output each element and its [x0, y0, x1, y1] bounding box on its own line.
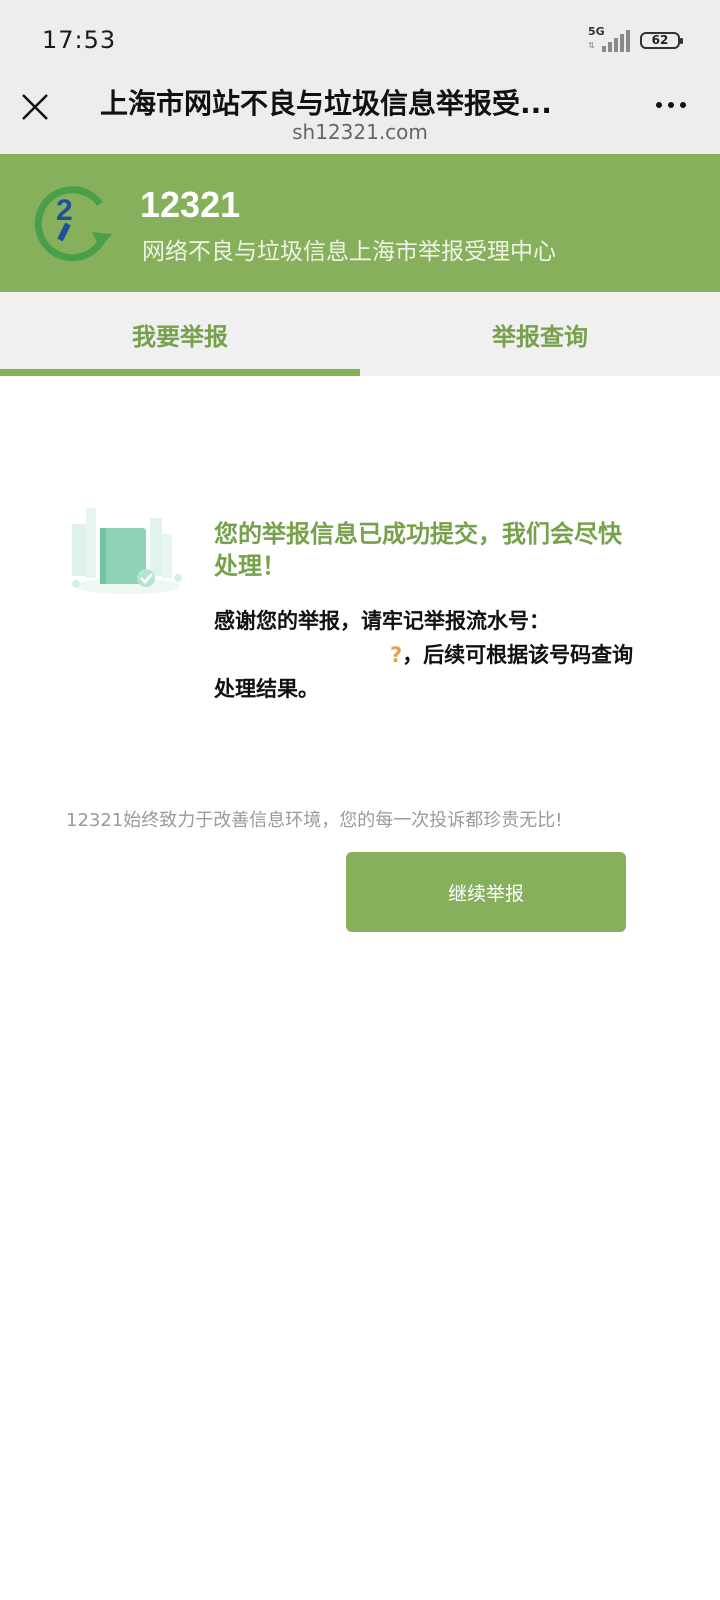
message-suffix: ，后续可根据该号码查询处理结果。	[214, 643, 634, 701]
battery-icon: 62	[640, 31, 683, 49]
battery-level: 62	[651, 33, 669, 47]
page-title: 上海市网站不良与垃圾信息举报受...	[100, 87, 552, 120]
close-icon[interactable]	[20, 92, 50, 122]
more-options-icon[interactable]	[656, 102, 686, 108]
tab-query[interactable]: 举报查询	[360, 292, 720, 376]
serial-number: ?	[390, 643, 403, 667]
signal-icon: 5G ⇅	[586, 25, 630, 52]
continue-report-button[interactable]: 继续举报	[346, 852, 626, 932]
tab-bar: 我要举报 举报查询	[0, 292, 720, 376]
browser-header: 上海市网站不良与垃圾信息举报受... sh12321.com	[0, 80, 720, 154]
page-url: sh12321.com	[292, 120, 428, 144]
status-icons: 5G ⇅ 62	[586, 25, 683, 52]
signal-bars-icon	[602, 30, 630, 52]
success-message: 感谢您的举报，请牢记举报流水号： ?，后续可根据该号码查询处理结果。	[214, 604, 634, 706]
message-prefix: 感谢您的举报，请牢记举报流水号：	[214, 609, 550, 633]
status-time: 17:53	[42, 26, 117, 54]
banner-number: 12321	[140, 184, 241, 225]
footer-note: 12321始终致力于改善信息环境，您的每一次投诉都珍贵无比!	[66, 810, 563, 831]
success-document-icon	[72, 508, 182, 594]
svg-text:2: 2	[56, 194, 73, 227]
banner-subtitle: 网络不良与垃圾信息上海市举报受理中心	[142, 239, 556, 265]
site-banner: 2 12321 网络不良与垃圾信息上海市举报受理中心	[0, 154, 720, 292]
success-title: 您的举报信息已成功提交，我们会尽快处理！	[214, 520, 622, 580]
status-bar: 17:53 5G ⇅ 62	[0, 0, 720, 80]
tab-report[interactable]: 我要举报	[0, 292, 360, 376]
12321-logo: 2	[34, 186, 112, 262]
data-arrows-icon: ⇅	[588, 41, 595, 50]
